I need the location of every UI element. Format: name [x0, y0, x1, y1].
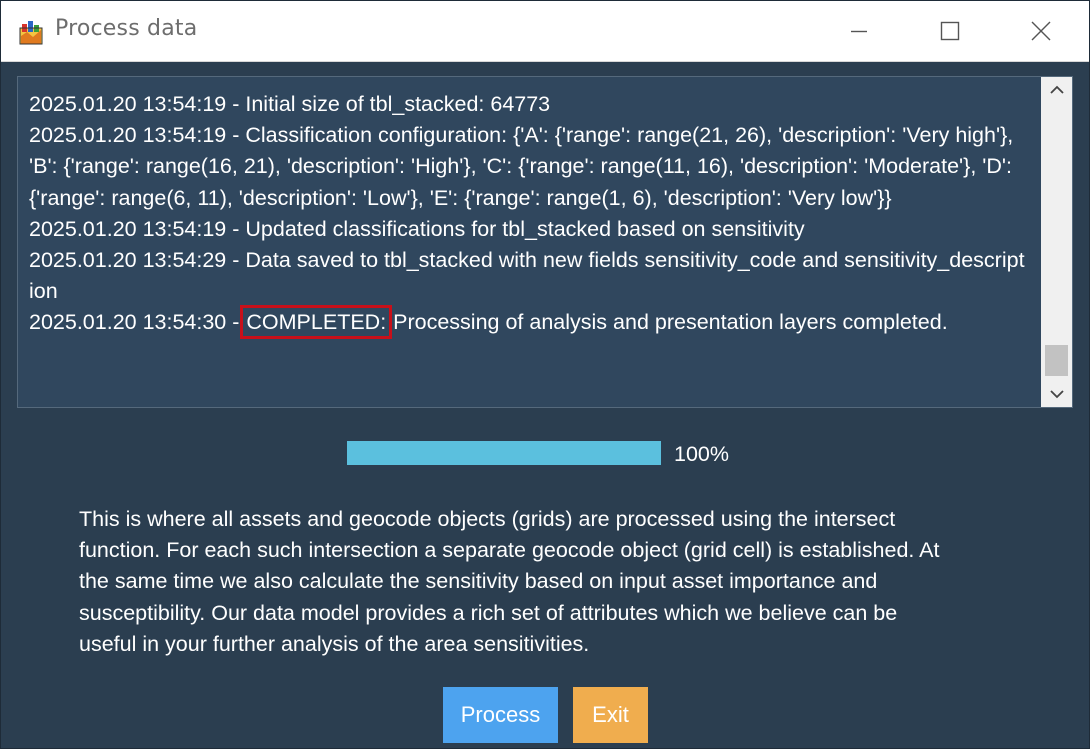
progress-percent: 100% — [674, 442, 729, 466]
minimize-button[interactable] — [824, 1, 894, 61]
maximize-button[interactable] — [915, 1, 985, 61]
close-icon — [1031, 21, 1051, 41]
scroll-up-button[interactable] — [1041, 77, 1072, 103]
completed-highlight: COMPLETED: — [240, 305, 393, 340]
log-line: 2025.01.20 13:54:19 - Classification con… — [29, 123, 1014, 210]
maximize-icon — [940, 21, 960, 41]
process-data-window: Process data 2025.01.20 13:54:19 - Initi… — [0, 0, 1090, 749]
log-line-completed: 2025.01.20 13:54:30 - COMPLETED: Process… — [29, 305, 1029, 340]
scroll-thumb[interactable] — [1045, 345, 1068, 376]
description-text: This is where all assets and geocode obj… — [79, 504, 1014, 660]
process-button[interactable]: Process — [443, 687, 558, 743]
description-line: This is where all assets and geocode obj… — [79, 507, 896, 531]
description-line: the same time we also calculate the sens… — [79, 569, 878, 594]
log-line: 2025.01.20 13:54:29 - Data saved to tbl_… — [29, 248, 1025, 304]
chevron-down-icon — [1049, 390, 1064, 399]
close-button[interactable] — [1006, 1, 1076, 61]
minimize-icon — [851, 30, 867, 33]
progress-bar — [347, 441, 661, 465]
app-icon — [19, 21, 43, 45]
log-message: Processing of analysis and presentation … — [387, 310, 948, 335]
description-line: useful in your further analysis of the a… — [79, 631, 590, 656]
window-title: Process data — [55, 16, 198, 41]
exit-button[interactable]: Exit — [573, 687, 648, 743]
title-bar[interactable]: Process data — [1, 1, 1089, 62]
scroll-down-button[interactable] — [1041, 381, 1072, 407]
log-output[interactable]: 2025.01.20 13:54:19 - Initial size of tb… — [17, 76, 1073, 408]
log-timestamp: 2025.01.20 13:54:30 - — [29, 310, 246, 335]
chevron-up-icon — [1049, 85, 1064, 94]
progress-fill — [347, 441, 661, 465]
log-text: 2025.01.20 13:54:19 - Initial size of tb… — [29, 89, 1029, 340]
log-line: 2025.01.20 13:54:19 - Initial size of tb… — [29, 92, 551, 116]
description-line: function. For each such intersection a s… — [79, 538, 940, 563]
log-scrollbar[interactable] — [1041, 77, 1072, 407]
log-line: 2025.01.20 13:54:19 - Updated classifica… — [29, 216, 805, 241]
description-line: susceptibility. Our data model provides … — [79, 600, 898, 625]
